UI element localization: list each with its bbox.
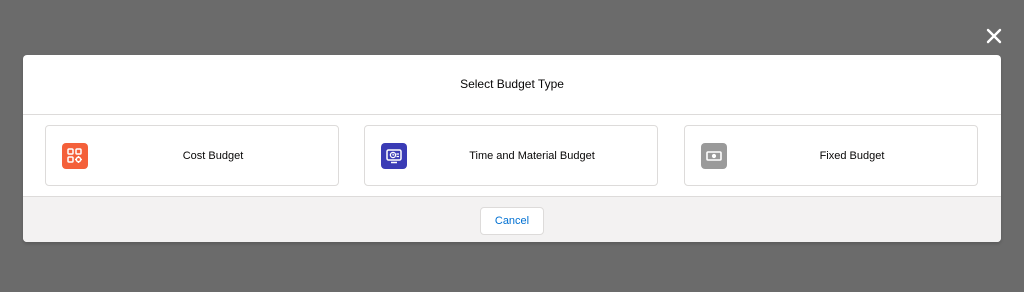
close-icon [986,28,1002,44]
time-material-budget-option[interactable]: Time and Material Budget [364,125,658,186]
cost-budget-label: Cost Budget [182,149,244,162]
cost-budget-icon [62,143,88,169]
fixed-budget-option[interactable]: Fixed Budget [684,125,978,186]
close-modal-button[interactable] [984,26,1004,46]
modal-title: Select Budget Type [460,76,564,91]
modal-header: Select Budget Type [23,55,1001,115]
modal-footer: Cancel [23,197,1001,242]
select-budget-type-modal: Select Budget Type Cost Budget Time and … [23,55,1001,242]
modal-body: Cost Budget Time and Material Budget Fix… [23,115,1001,197]
time-material-icon [381,143,407,169]
cost-budget-option[interactable]: Cost Budget [45,125,339,186]
cancel-button[interactable]: Cancel [479,206,545,235]
fixed-budget-icon [701,143,727,169]
fixed-budget-label: Fixed Budget [819,149,885,162]
time-material-budget-label: Time and Material Budget [469,149,595,162]
